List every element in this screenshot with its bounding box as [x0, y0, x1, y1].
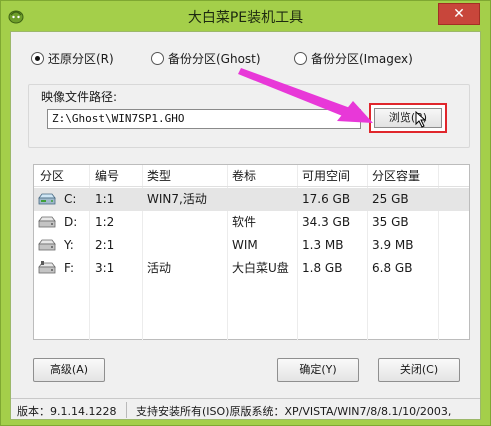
column-header-label[interactable]: 卷标	[232, 165, 256, 187]
table-header: 分区 编号 类型 卷标 可用空间 分区容量	[34, 165, 469, 187]
column-header-capacity[interactable]: 分区容量	[372, 165, 420, 187]
cell-type: WIN7,活动	[147, 192, 207, 206]
cell-capacity: 25 GB	[372, 192, 409, 206]
cell-label: 大白菜U盘	[232, 261, 289, 275]
radio-backup-ghost-label: 备份分区(Ghost)	[168, 51, 261, 66]
radio-backup-ghost-circle[interactable]	[151, 51, 164, 65]
cell-type: 活动	[147, 261, 172, 275]
cell-label: WIM	[232, 238, 258, 252]
radio-backup-imagex-label: 备份分区(Imagex)	[311, 51, 413, 66]
cell-free-space: 34.3 GB	[302, 215, 351, 229]
cell-free-space: 1.8 GB	[302, 261, 343, 275]
radio-restore-circle[interactable]	[31, 51, 44, 65]
cell-free-space: 1.3 MB	[302, 238, 344, 252]
system-disk-icon	[38, 193, 56, 205]
cell-label: 软件	[232, 215, 257, 229]
image-path-input[interactable]: Z:\Ghost\WIN7SP1.GHO	[47, 109, 361, 129]
cell-free-space: 17.6 GB	[302, 192, 351, 206]
advanced-button[interactable]: 高级(A)	[33, 358, 105, 382]
column-header-number[interactable]: 编号	[95, 165, 119, 187]
window-title: 大白菜PE装机工具	[187, 10, 304, 26]
support-text: 支持安装所有(ISO)原版系统：XP/VISTA/WIN7/8/8.1/10/2…	[136, 405, 452, 418]
cell-partition: Y:	[64, 238, 74, 252]
close-button[interactable]: 关闭(C)	[378, 358, 460, 382]
browse-button[interactable]: 浏览(B)	[374, 108, 442, 128]
table-row[interactable]: C: 1:1 WIN7,活动 17.6 GB 25 GB	[34, 188, 469, 211]
table-row[interactable]: D: 1:2 软件 34.3 GB 35 GB	[34, 211, 469, 234]
cell-partition: C:	[64, 192, 77, 206]
column-header-partition[interactable]: 分区	[40, 165, 64, 187]
column-header-type[interactable]: 类型	[147, 165, 171, 187]
version-text: 版本：9.1.14.1228	[17, 405, 117, 418]
cell-partition: D:	[64, 215, 78, 229]
cell-capacity: 35 GB	[372, 215, 409, 229]
disk-icon	[38, 239, 56, 251]
usb-disk-icon	[38, 261, 56, 274]
mouse-cursor-icon	[415, 111, 427, 128]
cell-number: 3:1	[95, 261, 115, 275]
partition-table[interactable]: 分区 编号 类型 卷标 可用空间 分区容量 C: 1:1 WIN7,活动 17.…	[33, 164, 470, 341]
image-path-label: 映像文件路径:	[39, 88, 120, 105]
radio-backup-imagex-circle[interactable]	[294, 51, 307, 65]
cell-number: 2:1	[95, 238, 115, 252]
disk-icon	[38, 216, 56, 228]
column-header-free-space[interactable]: 可用空间	[302, 165, 350, 187]
radio-backup-ghost[interactable]: 备份分区(Ghost)	[151, 50, 261, 66]
title-bar[interactable]: 大白菜PE装机工具 ✕	[1, 1, 490, 31]
radio-backup-imagex[interactable]: 备份分区(Imagex)	[294, 50, 413, 66]
table-row[interactable]: Y: 2:1 WIM 1.3 MB 3.9 MB	[34, 234, 469, 257]
cell-number: 1:1	[95, 192, 115, 206]
table-row[interactable]: F: 3:1 活动 大白菜U盘 1.8 GB 6.8 GB	[34, 257, 469, 280]
ok-button[interactable]: 确定(Y)	[277, 358, 359, 382]
window-close-button[interactable]: ✕	[438, 3, 480, 25]
status-divider	[126, 402, 127, 418]
radio-restore-label: 还原分区(R)	[48, 51, 114, 66]
main-panel: 还原分区(R) 备份分区(Ghost) 备份分区(Imagex) 映像文件路径:…	[10, 31, 481, 420]
cell-capacity: 3.9 MB	[372, 238, 414, 252]
cell-capacity: 6.8 GB	[372, 261, 413, 275]
cell-number: 1:2	[95, 215, 115, 229]
app-window: 大白菜PE装机工具 ✕ 还原分区(R) 备份分区(Ghost) 备份分区(Ima…	[0, 0, 491, 426]
radio-restore[interactable]: 还原分区(R)	[31, 50, 114, 66]
browse-highlight-box: 浏览(B)	[369, 103, 447, 133]
status-bar: 版本：9.1.14.1228 支持安装所有(ISO)原版系统：XP/VISTA/…	[11, 398, 480, 420]
cell-partition: F:	[64, 261, 75, 275]
